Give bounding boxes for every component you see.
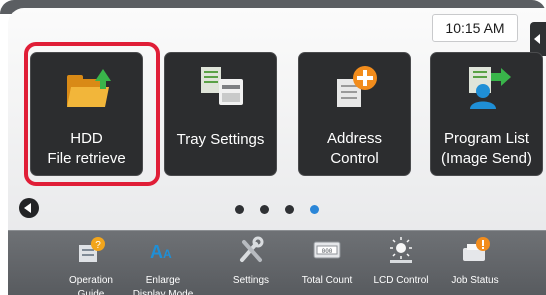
page-back-button[interactable] bbox=[19, 198, 39, 218]
tile-tray-settings[interactable]: Tray Settings bbox=[164, 52, 277, 176]
svg-text:?: ? bbox=[95, 240, 101, 251]
taskbar-label: Settings bbox=[232, 275, 270, 286]
taskbar-label: Operation Guide bbox=[69, 275, 113, 295]
program-send-icon bbox=[469, 67, 511, 109]
operation-guide-icon: ? bbox=[79, 237, 105, 262]
taskbar-label: Job Status bbox=[451, 275, 499, 286]
device-display: 10:15 AM HDD File retrieve Tray Settings… bbox=[0, 0, 546, 295]
page-dot[interactable] bbox=[235, 205, 244, 214]
svg-text:A: A bbox=[150, 242, 163, 262]
page-dot-active[interactable] bbox=[310, 205, 319, 214]
lcd-control-icon bbox=[390, 237, 412, 263]
selected-tile-highlight bbox=[24, 42, 160, 186]
taskbar-total-count[interactable]: 000 Total Count bbox=[290, 231, 364, 295]
side-panel-tab[interactable] bbox=[530, 22, 546, 56]
job-status-icon bbox=[463, 237, 490, 261]
page-dot[interactable] bbox=[260, 205, 269, 214]
taskbar-operation-guide[interactable]: ? Operation Guide bbox=[54, 231, 128, 295]
chevron-left-icon bbox=[24, 203, 31, 213]
home-screen: 10:15 AM HDD File retrieve Tray Settings… bbox=[8, 8, 546, 295]
svg-text:000: 000 bbox=[322, 248, 333, 255]
tile-label: Tray Settings bbox=[176, 131, 265, 148]
page-indicator bbox=[235, 205, 325, 215]
taskbar: ? Operation Guide A A Enlarge Display Mo… bbox=[8, 230, 546, 295]
settings-icon bbox=[240, 236, 264, 262]
enlarge-display-icon: A A bbox=[150, 242, 172, 262]
tile-label: Address Control bbox=[326, 130, 383, 167]
taskbar-label: Enlarge Display Mode bbox=[132, 275, 194, 295]
tile-label: Program List (Image Send) bbox=[441, 130, 532, 167]
taskbar-label: Total Count bbox=[301, 275, 353, 286]
address-add-icon bbox=[337, 66, 377, 107]
taskbar-label: LCD Control bbox=[373, 275, 429, 286]
page-dot[interactable] bbox=[285, 205, 294, 214]
taskbar-job-status[interactable]: Job Status bbox=[438, 231, 512, 295]
taskbar-lcd-control[interactable]: LCD Control bbox=[364, 231, 438, 295]
tile-address-control[interactable]: Address Control bbox=[298, 52, 411, 176]
arrow-left-icon bbox=[534, 34, 540, 44]
taskbar-enlarge-display-mode[interactable]: A A Enlarge Display Mode bbox=[126, 231, 200, 295]
tile-program-list[interactable]: Program List (Image Send) bbox=[430, 52, 543, 176]
total-count-icon: 000 bbox=[313, 241, 341, 259]
clock: 10:15 AM bbox=[432, 14, 518, 42]
tray-printer-icon bbox=[201, 67, 243, 105]
svg-text:A: A bbox=[163, 247, 172, 261]
taskbar-settings[interactable]: Settings bbox=[214, 231, 288, 295]
